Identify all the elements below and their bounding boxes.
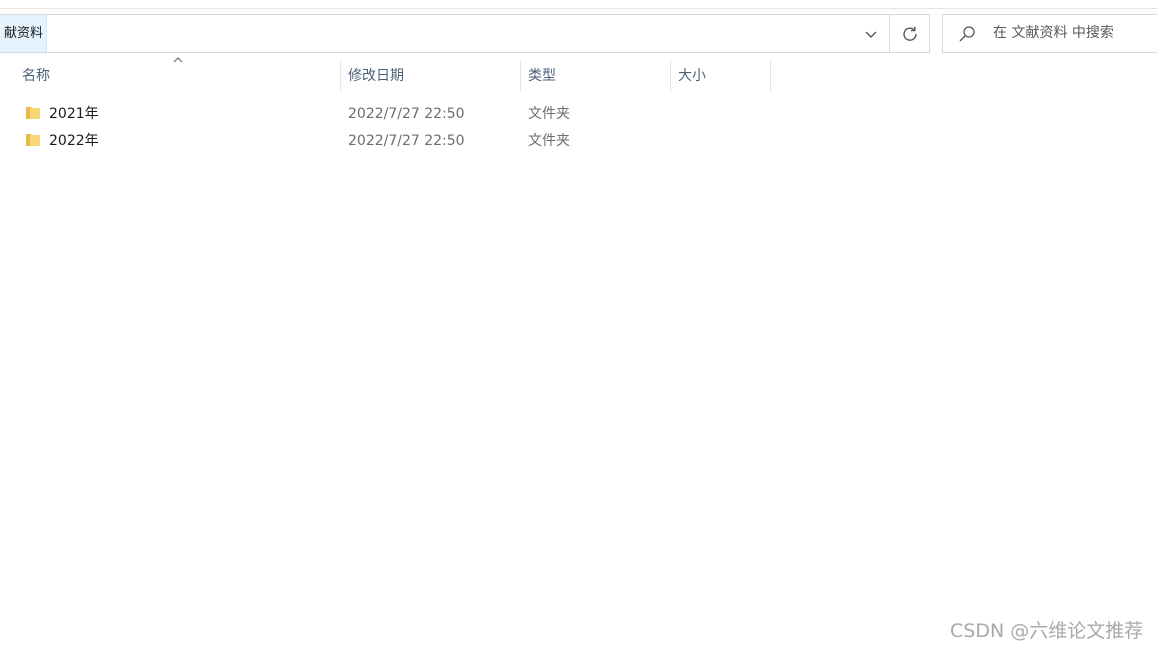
- file-name: 2022年: [49, 133, 99, 149]
- sort-ascending-icon: [173, 57, 183, 63]
- refresh-button[interactable]: [890, 15, 929, 52]
- folder-icon: [26, 134, 40, 146]
- refresh-icon: [902, 26, 917, 41]
- address-bar[interactable]: 献资料: [0, 14, 930, 53]
- file-type: 文件夹: [528, 106, 570, 122]
- file-row[interactable]: 2022年 2022/7/27 22:50 文件夹: [0, 128, 1157, 154]
- folder-icon: [26, 107, 40, 119]
- file-type: 文件夹: [528, 133, 570, 149]
- column-header-size-label: 大小: [678, 68, 706, 84]
- file-row[interactable]: 2021年 2022/7/27 22:50 文件夹: [0, 101, 1157, 127]
- column-header-date-label: 修改日期: [348, 68, 404, 84]
- search-icon: [959, 26, 975, 42]
- search-box[interactable]: 在 文献资料 中搜索: [942, 14, 1157, 53]
- column-header-name-label: 名称: [22, 68, 50, 84]
- top-divider: [0, 8, 1157, 9]
- file-name: 2021年: [49, 106, 99, 122]
- column-header-type-label: 类型: [528, 68, 556, 84]
- address-history-button[interactable]: [853, 15, 890, 52]
- watermark-text: CSDN @六维论文推荐: [950, 620, 1144, 642]
- chevron-down-icon: [865, 31, 877, 38]
- file-date-modified: 2022/7/27 22:50: [348, 133, 465, 149]
- breadcrumb-current-folder[interactable]: 献资料: [0, 15, 47, 52]
- file-date-modified: 2022/7/27 22:50: [348, 106, 465, 122]
- column-header-size[interactable]: 大小: [671, 60, 771, 92]
- column-header-type[interactable]: 类型: [521, 60, 671, 92]
- search-input[interactable]: 在 文献资料 中搜索: [993, 15, 1114, 52]
- column-header-date-modified[interactable]: 修改日期: [341, 60, 521, 92]
